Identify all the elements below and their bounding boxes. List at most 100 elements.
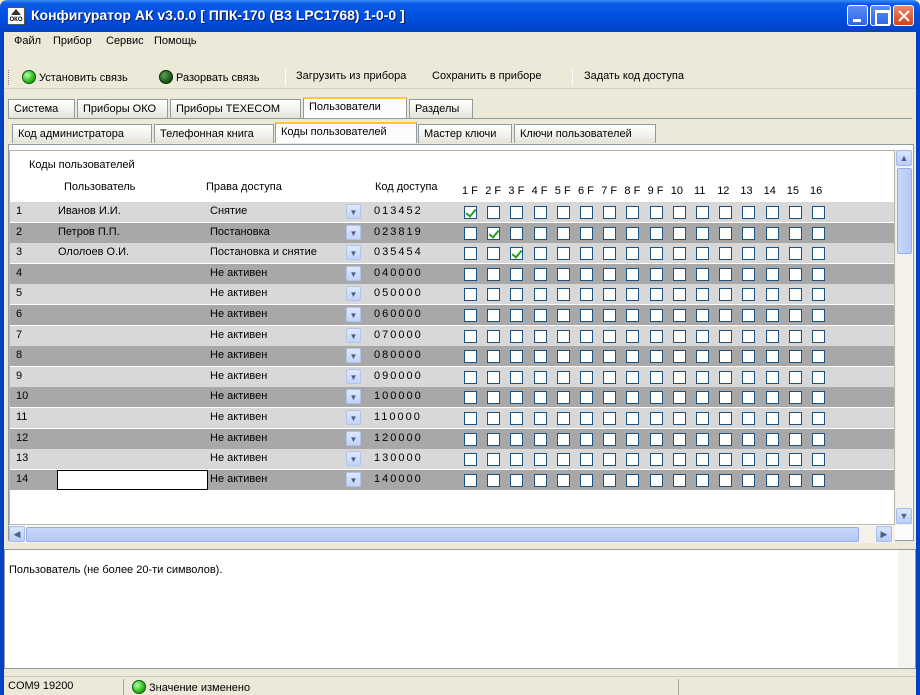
flag-checkbox[interactable] — [812, 432, 825, 446]
flag-checkbox[interactable] — [719, 309, 733, 322]
flag-checkbox[interactable] — [649, 391, 663, 405]
access-rights-cell[interactable]: Не активен — [210, 287, 267, 299]
flag-checkbox[interactable] — [696, 453, 709, 467]
grid-vertical-scrollbar[interactable]: ▲ ▼ — [895, 150, 912, 525]
flag-checkbox[interactable] — [556, 391, 570, 405]
flag-checkbox[interactable] — [510, 247, 524, 261]
vertical-scroll-thumb[interactable] — [897, 168, 912, 254]
flag-checkbox[interactable] — [788, 309, 802, 322]
flag-checkbox[interactable] — [464, 329, 477, 343]
flag-checkbox[interactable] — [487, 329, 501, 343]
flag-checkbox[interactable] — [556, 370, 570, 384]
chevron-down-icon[interactable]: ▼ — [346, 368, 361, 384]
flag-checkbox[interactable] — [603, 206, 617, 219]
access-rights-cell[interactable]: Не активен — [210, 390, 267, 402]
table-row[interactable]: 11 Не активен ▼ 110000 — [10, 408, 894, 428]
flag-checkbox[interactable] — [603, 329, 617, 343]
flag-checkbox[interactable] — [510, 309, 524, 322]
flag-checkbox[interactable] — [626, 288, 640, 302]
flag-checkbox[interactable] — [742, 473, 756, 487]
flag-checkbox[interactable] — [510, 473, 524, 487]
flag-checkbox[interactable] — [556, 432, 570, 446]
flag-checkbox[interactable] — [696, 412, 709, 425]
header-flag[interactable]: 11 — [694, 185, 705, 197]
flag-checkbox[interactable] — [580, 391, 593, 405]
flag-checkbox[interactable] — [649, 309, 663, 322]
tab-sections[interactable]: Разделы — [409, 99, 473, 118]
flag-checkbox[interactable] — [649, 267, 663, 281]
flag-checkbox[interactable] — [812, 247, 825, 261]
user-name-editor[interactable] — [57, 469, 208, 490]
disconnect-button[interactable]: Разорвать связь — [159, 70, 260, 84]
flag-checkbox[interactable] — [580, 309, 593, 322]
chevron-down-icon[interactable]: ▼ — [346, 245, 361, 261]
flag-checkbox[interactable] — [765, 350, 779, 364]
flag-checkbox[interactable] — [696, 350, 709, 364]
flag-checkbox[interactable] — [533, 350, 547, 364]
flag-checkbox[interactable] — [626, 391, 640, 405]
menu-device[interactable]: Прибор — [53, 35, 92, 47]
header-flag[interactable]: 13 — [740, 185, 752, 197]
flag-checkbox[interactable] — [487, 350, 501, 364]
close-button[interactable] — [893, 5, 914, 26]
flag-checkbox[interactable] — [556, 288, 570, 302]
chevron-down-icon[interactable]: ▼ — [346, 410, 361, 425]
flag-checkbox[interactable] — [464, 226, 477, 240]
flag-checkbox[interactable] — [649, 226, 663, 240]
flag-checkbox[interactable] — [464, 453, 477, 467]
flag-checkbox[interactable] — [603, 226, 617, 240]
header-flag[interactable]: 3 F — [508, 185, 524, 197]
flag-checkbox[interactable] — [533, 329, 547, 343]
flag-checkbox[interactable] — [765, 473, 779, 487]
flag-checkbox[interactable] — [742, 206, 756, 219]
flag-checkbox[interactable] — [580, 350, 593, 364]
flag-checkbox[interactable] — [626, 329, 640, 343]
flag-checkbox[interactable] — [742, 226, 756, 240]
flag-checkbox[interactable] — [812, 350, 825, 364]
flag-checkbox[interactable] — [649, 370, 663, 384]
flag-checkbox[interactable] — [556, 309, 570, 322]
flag-checkbox[interactable] — [672, 226, 686, 240]
flag-checkbox[interactable] — [696, 309, 709, 322]
scroll-down-icon[interactable]: ▼ — [896, 508, 912, 524]
flag-checkbox[interactable] — [649, 473, 663, 487]
chevron-down-icon[interactable]: ▼ — [346, 471, 361, 487]
flag-checkbox[interactable] — [649, 432, 663, 446]
chevron-down-icon[interactable]: ▼ — [346, 389, 361, 405]
flag-checkbox[interactable] — [696, 391, 709, 405]
access-rights-cell[interactable]: Не активен — [210, 267, 267, 279]
flag-checkbox[interactable] — [649, 329, 663, 343]
flag-checkbox[interactable] — [487, 370, 501, 384]
tab-users[interactable]: Пользователи — [303, 97, 407, 118]
flag-checkbox[interactable] — [696, 288, 709, 302]
flag-checkbox[interactable] — [788, 473, 802, 487]
toolbar-grip[interactable] — [8, 70, 11, 85]
table-row[interactable]: 14 Не активен ▼ 140000 — [10, 469, 894, 490]
menu-help[interactable]: Помощь — [154, 35, 197, 47]
flag-checkbox[interactable] — [788, 432, 802, 446]
flag-checkbox[interactable] — [487, 412, 501, 425]
flag-checkbox[interactable] — [580, 473, 593, 487]
flag-checkbox[interactable] — [626, 247, 640, 261]
flag-checkbox[interactable] — [742, 288, 756, 302]
flag-checkbox[interactable] — [533, 453, 547, 467]
tab-master-keys[interactable]: Мастер ключи — [418, 124, 512, 143]
flag-checkbox[interactable] — [487, 309, 501, 322]
flag-checkbox[interactable] — [742, 267, 756, 281]
flag-checkbox[interactable] — [556, 473, 570, 487]
flag-checkbox[interactable] — [719, 247, 733, 261]
access-code-cell[interactable]: 070000 — [374, 329, 423, 341]
flag-checkbox[interactable] — [580, 206, 593, 219]
flag-checkbox[interactable] — [765, 309, 779, 322]
flag-checkbox[interactable] — [765, 391, 779, 405]
flag-checkbox[interactable] — [742, 412, 756, 425]
table-row[interactable]: 12 Не активен ▼ 120000 — [10, 428, 894, 449]
access-code-cell[interactable]: 050000 — [374, 287, 423, 299]
flag-checkbox[interactable] — [464, 309, 477, 322]
flag-checkbox[interactable] — [765, 329, 779, 343]
flag-checkbox[interactable] — [603, 288, 617, 302]
flag-checkbox[interactable] — [580, 226, 593, 240]
flag-checkbox[interactable] — [649, 350, 663, 364]
flag-checkbox[interactable] — [696, 432, 709, 446]
header-flag[interactable]: 4 F — [532, 185, 548, 197]
